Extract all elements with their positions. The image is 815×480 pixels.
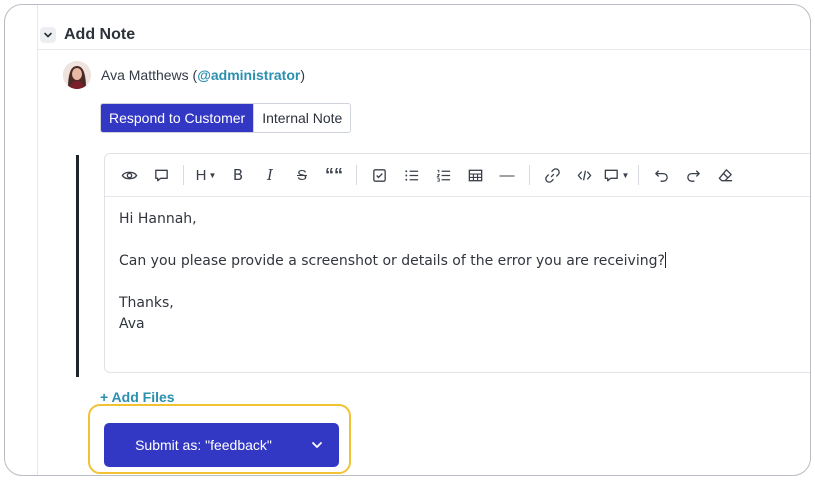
app-frame: Add Note Ava Matthews (@administrator) R… bbox=[4, 4, 811, 476]
preview-eye-icon[interactable] bbox=[113, 161, 145, 189]
section-divider bbox=[37, 49, 810, 50]
section-title: Add Note bbox=[64, 26, 136, 43]
toolbar-separator bbox=[356, 165, 357, 185]
author-close-paren: ) bbox=[300, 67, 306, 83]
checklist-icon[interactable] bbox=[363, 161, 395, 189]
editor-line bbox=[119, 230, 809, 251]
submit-button[interactable]: Submit as: "feedback" bbox=[104, 423, 339, 467]
clear-format-eraser-icon[interactable] bbox=[709, 161, 741, 189]
note-author: Ava Matthews (@administrator) bbox=[63, 61, 305, 89]
text-cursor bbox=[664, 252, 666, 268]
author-open-paren: ( bbox=[188, 67, 198, 83]
comment-bubble-icon[interactable] bbox=[145, 161, 177, 189]
editor-line bbox=[119, 272, 809, 293]
toolbar-separator bbox=[638, 165, 639, 185]
avatar bbox=[63, 61, 91, 89]
editor-textarea[interactable]: Hi Hannah, Can you please provide a scre… bbox=[105, 197, 810, 347]
heading-dropdown-button[interactable]: H ▼ bbox=[190, 161, 222, 189]
editor-line: Ava bbox=[119, 316, 145, 332]
toolbar-separator bbox=[529, 165, 530, 185]
bullet-list-icon[interactable] bbox=[395, 161, 427, 189]
numbered-list-icon[interactable] bbox=[427, 161, 459, 189]
author-handle[interactable]: @administrator bbox=[197, 67, 300, 83]
submit-options-chevron-icon[interactable] bbox=[295, 423, 339, 467]
add-note-header[interactable]: Add Note bbox=[40, 26, 135, 44]
note-editor: H ▼ B I S ““ — ▼ Hi Hannah, Can you plea… bbox=[104, 153, 810, 373]
table-icon[interactable] bbox=[459, 161, 491, 189]
reply-type-tabs: Respond to Customer Internal Note bbox=[100, 103, 352, 133]
redo-icon[interactable] bbox=[677, 161, 709, 189]
tab-respond-to-customer[interactable]: Respond to Customer bbox=[101, 104, 254, 132]
editor-line-with-cursor: Can you please provide a screenshot or d… bbox=[119, 251, 809, 272]
editor-line: Hi Hannah, bbox=[119, 211, 197, 227]
editor-line: Thanks, bbox=[119, 295, 174, 311]
content-left-border bbox=[37, 5, 38, 475]
callout-dropdown-button[interactable]: ▼ bbox=[600, 161, 632, 189]
tab-internal-note[interactable]: Internal Note bbox=[253, 104, 351, 132]
editor-line: Can you please provide a screenshot or d… bbox=[119, 253, 665, 269]
add-files-link[interactable]: + Add Files bbox=[100, 389, 175, 405]
author-line: Ava Matthews (@administrator) bbox=[101, 67, 305, 83]
code-icon[interactable] bbox=[568, 161, 600, 189]
blockquote-button[interactable]: ““ bbox=[318, 161, 350, 189]
reply-indicator-bar bbox=[76, 155, 79, 377]
italic-button[interactable]: I bbox=[254, 161, 286, 189]
collapse-chevron-icon[interactable] bbox=[40, 27, 56, 43]
editor-toolbar: H ▼ B I S ““ — ▼ bbox=[105, 154, 810, 197]
undo-icon[interactable] bbox=[645, 161, 677, 189]
link-icon[interactable] bbox=[536, 161, 568, 189]
toolbar-separator bbox=[183, 165, 184, 185]
submit-label: Submit as: "feedback" bbox=[135, 437, 272, 453]
bold-button[interactable]: B bbox=[222, 161, 254, 189]
caret-down-icon: ▼ bbox=[621, 170, 630, 180]
caret-down-icon: ▼ bbox=[208, 170, 217, 180]
horizontal-rule-button[interactable]: — bbox=[491, 161, 523, 189]
author-name: Ava Matthews bbox=[101, 67, 189, 83]
strikethrough-button[interactable]: S bbox=[286, 161, 318, 189]
heading-label: H bbox=[195, 166, 207, 184]
